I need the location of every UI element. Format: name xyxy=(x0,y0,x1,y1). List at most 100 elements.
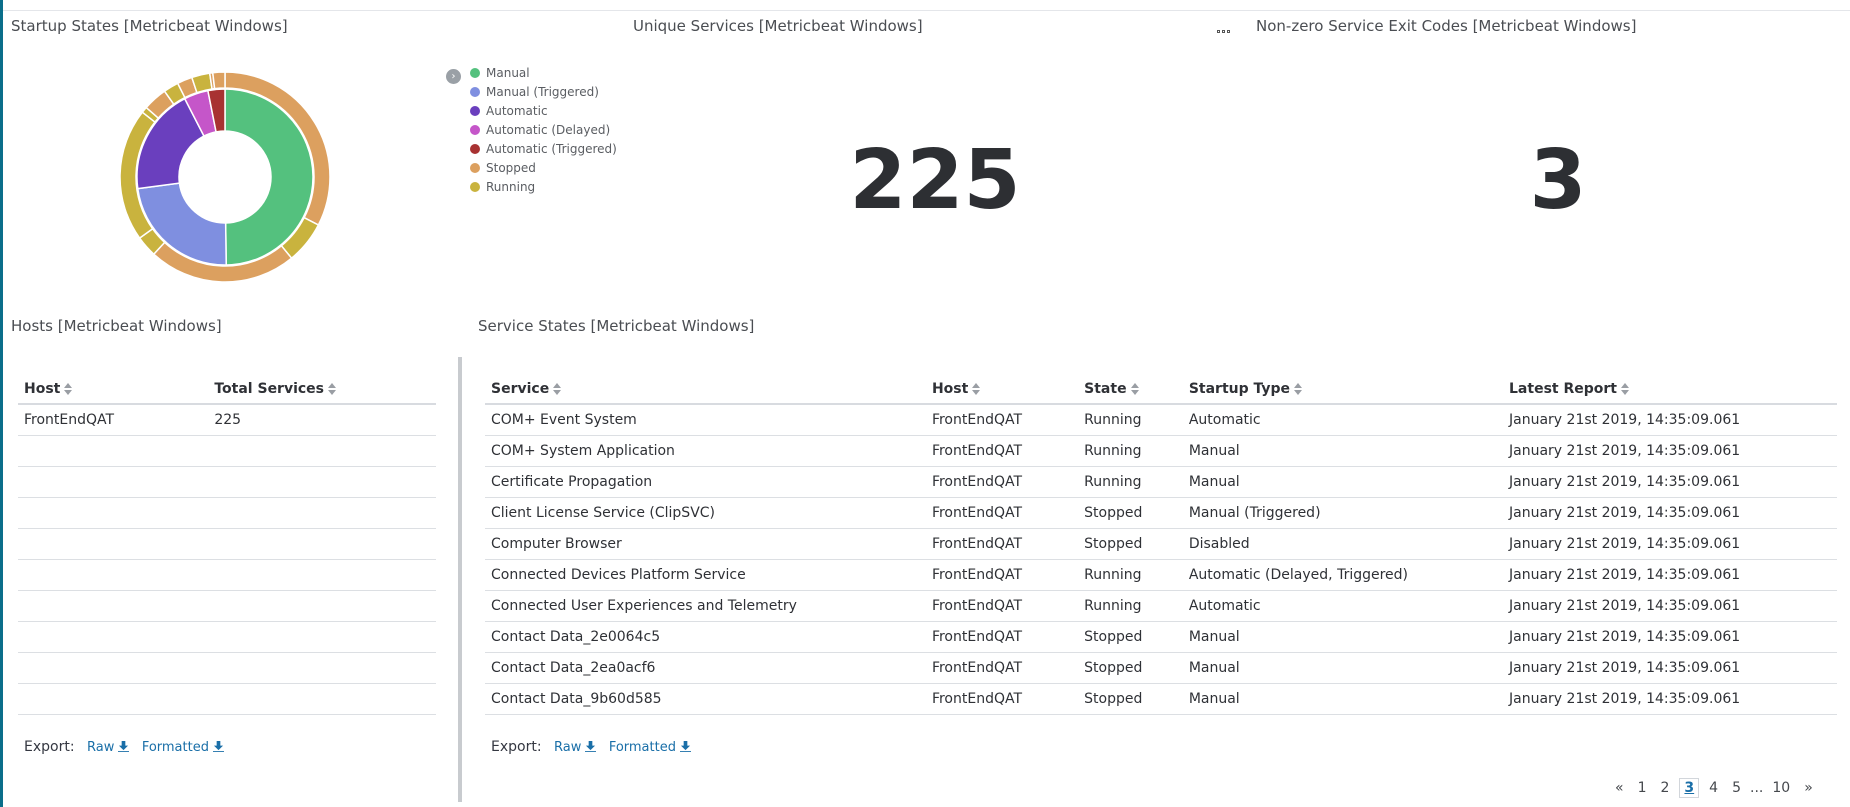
table-row[interactable] xyxy=(18,497,436,529)
table-row[interactable] xyxy=(18,621,436,653)
table-cell xyxy=(208,590,436,622)
pagination-page[interactable]: 2 xyxy=(1661,780,1670,796)
table-row[interactable] xyxy=(18,590,436,622)
pagination-page[interactable]: 10 xyxy=(1772,780,1790,796)
table-cell: January 21st 2019, 14:35:09.061 xyxy=(1503,497,1837,529)
table-cell: Stopped xyxy=(1078,621,1183,653)
table-row[interactable]: Contact Data_9b60d585 FrontEndQAT Stopped M… xyxy=(485,683,1837,715)
table-cell xyxy=(18,435,209,467)
sort-icon[interactable] xyxy=(64,383,73,395)
table-cell: Connected Devices Platform Service xyxy=(485,559,926,591)
legend-item[interactable]: Manual xyxy=(470,63,617,82)
table-cell xyxy=(208,497,436,529)
column-header-label: Startup Type xyxy=(1188,381,1291,397)
pagination-page[interactable]: 4 xyxy=(1709,780,1718,796)
table-cell xyxy=(208,652,436,684)
options-icon[interactable] xyxy=(1217,30,1230,33)
hosts-export-formatted-link[interactable]: Formatted xyxy=(142,740,224,755)
sort-icon[interactable] xyxy=(972,383,981,395)
table-cell: January 21st 2019, 14:35:09.061 xyxy=(1503,683,1837,715)
top-divider xyxy=(3,10,1850,11)
sort-icon[interactable] xyxy=(328,383,337,395)
table-cell: FrontEndQAT xyxy=(18,404,209,436)
table-row[interactable]: Certificate Propagation FrontEndQAT Runnin… xyxy=(485,466,1837,498)
legend-item[interactable]: Automatic xyxy=(470,101,617,120)
table-row[interactable]: Client License Service (ClipSVC) FrontEnd… xyxy=(485,497,1837,529)
table-row[interactable]: COM+ System Application FrontEndQAT Runnin… xyxy=(485,435,1837,467)
pagination-page[interactable]: 3 xyxy=(1679,778,1700,798)
column-header-latest-report[interactable]: Latest Report xyxy=(1503,359,1837,405)
column-header-service[interactable]: Service xyxy=(485,359,926,405)
legend-dot-icon xyxy=(470,67,480,78)
table-cell: Contact Data_2ea0acf6 xyxy=(485,652,926,684)
table-cell xyxy=(18,683,209,715)
services-export-raw-link[interactable]: Raw xyxy=(554,740,597,755)
table-row[interactable] xyxy=(18,435,436,467)
column-header-total-services[interactable]: Total Services xyxy=(208,359,436,405)
table-cell: January 21st 2019, 14:35:09.061 xyxy=(1503,528,1837,560)
table-row[interactable]: Contact Data_2e0064c5 FrontEndQAT Stopped M… xyxy=(485,621,1837,653)
table-cell xyxy=(18,528,209,560)
table-row[interactable] xyxy=(18,683,436,715)
hosts-export-raw-link[interactable]: Raw xyxy=(87,740,130,755)
legend-label: Manual xyxy=(486,65,530,80)
table-row[interactable]: Contact Data_2ea0acf6 FrontEndQAT Stopped M… xyxy=(485,652,1837,684)
column-header-host[interactable]: Host xyxy=(925,359,1079,405)
sort-icon[interactable] xyxy=(1130,383,1139,395)
formatted-label: Formatted xyxy=(608,740,676,755)
legend-dot-icon xyxy=(470,143,480,154)
table-row[interactable]: Connected Devices Platform Service FrontE… xyxy=(485,559,1837,591)
table-row[interactable] xyxy=(18,559,436,591)
exit-codes-title: Non-zero Service Exit Codes [Metricbeat … xyxy=(1256,17,1637,35)
table-cell: FrontEndQAT xyxy=(925,652,1079,684)
table-row[interactable]: Connected User Experiences and Telemetry… xyxy=(485,590,1837,622)
legend-dot-icon xyxy=(470,86,480,97)
column-header-host[interactable]: Host xyxy=(18,359,209,405)
table-cell: FrontEndQAT xyxy=(925,559,1079,591)
formatted-label: Formatted xyxy=(141,740,209,755)
table-cell: Stopped xyxy=(1078,652,1183,684)
table-cell: Running xyxy=(1078,404,1183,436)
pagination-next[interactable]: » xyxy=(1804,780,1813,796)
legend-item[interactable]: Running xyxy=(470,177,617,196)
donut-slice-manual-triggered[interactable] xyxy=(136,182,227,266)
table-cell: Stopped xyxy=(1078,497,1183,529)
pagination-page[interactable]: 5 xyxy=(1732,780,1741,796)
column-header-startup-type[interactable]: Startup Type xyxy=(1182,359,1504,405)
table-cell: Manual xyxy=(1182,652,1504,684)
table-cell: Running xyxy=(1078,590,1183,622)
legend-label: Automatic (Triggered) xyxy=(486,141,617,156)
table-cell: January 21st 2019, 14:35:09.061 xyxy=(1503,559,1837,591)
table-row[interactable]: COM+ Event System FrontEndQAT Running Autom… xyxy=(485,404,1837,436)
table-cell: 225 xyxy=(208,404,436,436)
legend-item[interactable]: Automatic (Triggered) xyxy=(470,139,617,158)
donut-slice-stopped[interactable] xyxy=(211,72,226,90)
table-row[interactable]: Computer Browser FrontEndQAT Stopped Disabl… xyxy=(485,528,1837,560)
services-export-formatted-link[interactable]: Formatted xyxy=(609,740,691,755)
pagination-page[interactable]: 1 xyxy=(1638,780,1647,796)
table-cell: Running xyxy=(1078,466,1183,498)
column-header-state[interactable]: State xyxy=(1078,359,1183,405)
startup-states-donut-chart[interactable] xyxy=(120,72,330,282)
table-cell: FrontEndQAT xyxy=(925,404,1079,436)
sort-icon[interactable] xyxy=(553,383,562,395)
table-cell: FrontEndQAT xyxy=(925,497,1079,529)
sort-icon[interactable] xyxy=(1620,383,1629,395)
legend-item[interactable]: Automatic (Delayed) xyxy=(470,120,617,139)
legend-item[interactable]: Manual (Triggered) xyxy=(470,82,617,101)
table-cell xyxy=(18,590,209,622)
sort-icon[interactable] xyxy=(1294,383,1303,395)
table-row[interactable] xyxy=(18,652,436,684)
table-cell: Contact Data_2e0064c5 xyxy=(485,621,926,653)
table-row[interactable]: FrontEndQAT 225 xyxy=(18,404,436,436)
download-icon xyxy=(212,741,224,752)
legend-label: Running xyxy=(486,179,536,194)
table-cell: Automatic (Delayed, Triggered) xyxy=(1182,559,1504,591)
legend-toggle-chevron-right-icon[interactable]: › xyxy=(446,69,461,84)
table-row[interactable] xyxy=(18,528,436,560)
table-cell: Manual (Triggered) xyxy=(1182,497,1504,529)
pagination-prev[interactable]: « xyxy=(1615,780,1624,796)
table-row[interactable] xyxy=(18,466,436,498)
legend-item[interactable]: Stopped xyxy=(470,158,617,177)
table-cell xyxy=(18,652,209,684)
